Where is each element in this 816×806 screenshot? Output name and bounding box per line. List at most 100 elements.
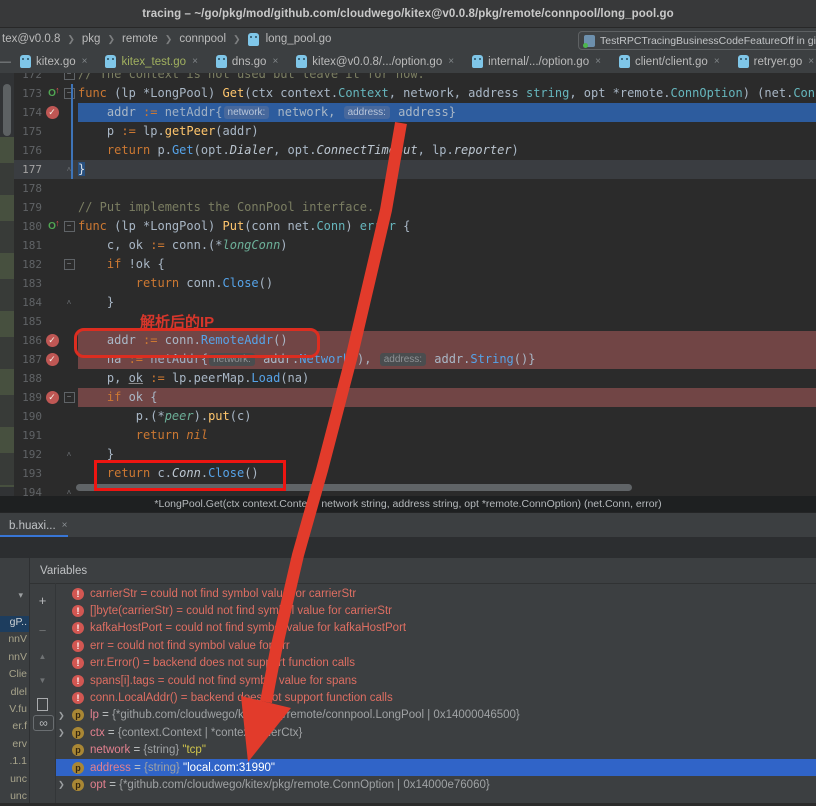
expand-chevron-icon[interactable]: ❯ (56, 728, 72, 737)
move-up-icon[interactable]: ▲ (33, 647, 52, 665)
variable-row-kafkahostport[interactable]: !kafkaHostPort = could not find symbol v… (56, 620, 816, 637)
breakpoint-icon[interactable]: ✓ (42, 353, 62, 366)
chevron-down-icon[interactable]: ▾ (18, 590, 23, 601)
frame-item[interactable]: nnV (0, 633, 29, 649)
frame-item[interactable]: unc (0, 773, 29, 789)
variable-text: []byte(carrierStr) = could not find symb… (90, 605, 392, 617)
variable-row-network[interactable]: pnetwork = {string} "tcp" (56, 742, 816, 759)
variable-row-ctx[interactable]: ❯pctx = {context.Context | *context.time… (56, 724, 816, 741)
expand-chevron-icon[interactable]: ❯ (56, 780, 72, 789)
fold-marker[interactable]: ˄ (62, 165, 76, 174)
fold-marker[interactable]: ˄ (62, 450, 76, 459)
code-text: p := lp.getPeer(addr) (78, 122, 816, 141)
frame-item[interactable]: Clie (0, 668, 29, 684)
variable-row-lp[interactable]: ❯plp = {*github.com/cloudwego/kitex/pkg/… (56, 707, 816, 724)
frame-item[interactable]: gP.. (0, 616, 29, 632)
editor-tab-client-client-go[interactable]: client/client.go× (610, 50, 729, 73)
editor-tab-kitex-v0-0-8-option-go[interactable]: kitex@v0.0.8/.../option.go× (287, 50, 463, 73)
variable-row--byte-carrierstr-[interactable]: ![]byte(carrierStr) = could not find sym… (56, 602, 816, 619)
frame-item[interactable]: .1.1 (0, 755, 29, 771)
editor-tab-retryer-go[interactable]: retryer.go× (729, 50, 816, 73)
breakpoint-check-icon[interactable]: ✓ (46, 334, 59, 347)
move-down-icon[interactable]: ▼ (33, 671, 52, 689)
ide-window: { "window": { "title": "tracing – ~/go/p… (0, 0, 816, 803)
fold-collapse-icon[interactable]: − (64, 221, 75, 232)
overrides-icon[interactable]: O↑ (42, 221, 62, 232)
add-watch-icon[interactable]: + (33, 591, 52, 609)
variable-row-conn-localaddr-[interactable]: !conn.LocalAddr() = backend does not sup… (56, 689, 816, 706)
debug-session-tab[interactable]: b.huaxi... × (0, 513, 77, 538)
fold-marker[interactable]: − (62, 221, 76, 232)
code-text: return p.Get(opt.Dialer, opt.ConnectTime… (78, 141, 816, 160)
fold-collapse-icon[interactable]: − (64, 259, 75, 270)
close-icon[interactable]: × (714, 56, 720, 67)
breadcrumb-item-tex-v0-0-8[interactable]: tex@v0.0.8 (2, 33, 60, 45)
run-configuration-selector[interactable]: TestRPCTracingBusinessCodeFeatureOff in … (578, 31, 816, 50)
frame-item[interactable]: unc (0, 790, 29, 806)
fold-collapse-icon[interactable]: − (64, 392, 75, 403)
variable-row-carrierstr[interactable]: !carrierStr = could not find symbol valu… (56, 585, 816, 602)
variable-row-err[interactable]: !err = could not find symbol value for e… (56, 637, 816, 654)
code-token: (lp *LongPool) (107, 86, 223, 100)
show-watches-icon[interactable]: ∞ (33, 715, 54, 731)
overrides-icon[interactable]: O↑ (42, 88, 62, 99)
fold-marker[interactable]: ˄ (62, 488, 76, 496)
breadcrumb-item-pkg[interactable]: pkg (82, 33, 101, 45)
code-line-179: 179// Put implements the ConnPool interf… (14, 198, 816, 217)
code-line-180: 180O↑−func (lp *LongPool) Put(conn net.C… (14, 217, 816, 236)
breadcrumb-item-long-pool-go[interactable]: long_pool.go (266, 33, 332, 45)
breakpoint-check-icon[interactable]: ✓ (46, 353, 59, 366)
fold-collapse-icon[interactable]: − (64, 73, 75, 80)
scrollbar-thumb[interactable] (3, 84, 11, 136)
editor-tab-dns-go[interactable]: dns.go× (207, 50, 287, 73)
close-icon[interactable]: × (62, 520, 68, 531)
breakpoint-check-icon[interactable]: ✓ (46, 391, 59, 404)
fold-marker[interactable]: − (62, 88, 76, 99)
duplicate-icon[interactable] (33, 695, 52, 713)
close-icon[interactable]: × (595, 56, 601, 67)
fold-marker[interactable]: − (62, 73, 76, 80)
close-icon[interactable]: × (272, 56, 278, 67)
fold-marker[interactable]: ˄ (62, 298, 76, 307)
frame-item[interactable]: V.fu (0, 703, 29, 719)
variable-row-address[interactable]: paddress = {string} "local.com:31990" (56, 759, 816, 776)
fold-end-icon[interactable]: ˄ (67, 298, 72, 307)
close-icon[interactable]: × (808, 56, 814, 67)
breakpoint-icon[interactable]: ✓ (42, 391, 62, 404)
variable-row-spans-i-tags[interactable]: !spans[i].tags = could not find symbol v… (56, 672, 816, 689)
parameter-badge-icon: p (72, 779, 84, 791)
fold-marker[interactable]: − (62, 259, 76, 270)
close-icon[interactable]: × (192, 56, 198, 67)
code-text: p.(*peer).put(c) (78, 407, 816, 426)
frame-item[interactable]: nnV (0, 651, 29, 667)
code-token: , network, address (389, 86, 526, 100)
expand-chevron-icon[interactable]: ❯ (56, 711, 72, 720)
close-icon[interactable]: × (448, 56, 454, 67)
remove-watch-icon[interactable]: − (33, 621, 52, 639)
variable-row-err-error-[interactable]: !err.Error() = backend does not support … (56, 655, 816, 672)
overrides-icon[interactable]: O↑ (48, 88, 56, 99)
frame-item[interactable]: erv (0, 738, 29, 754)
code-line-174: 174✓ addr := netAddr{network: network, a… (14, 103, 816, 122)
breakpoint-icon[interactable]: ✓ (42, 334, 62, 347)
code-token: } (78, 295, 114, 309)
debug-tool-window-tabs: b.huaxi... × (0, 512, 816, 538)
fold-end-icon[interactable]: ˄ (67, 450, 72, 459)
editor-tab-kitex-go[interactable]: kitex.go× (11, 50, 96, 73)
breakpoint-icon[interactable]: ✓ (42, 106, 62, 119)
variable-row-opt[interactable]: ❯popt = {*github.com/cloudwego/kitex/pkg… (56, 776, 816, 793)
breadcrumb-item-remote[interactable]: remote (122, 33, 158, 45)
code-editor[interactable]: 172−// The context is not used but leave… (0, 73, 816, 496)
overrides-icon[interactable]: O↑ (48, 221, 56, 232)
fold-end-icon[interactable]: ˄ (67, 488, 72, 496)
breadcrumb-separator-icon: ❯ (67, 34, 75, 45)
frame-item[interactable]: er.f (0, 720, 29, 736)
editor-tab-internal-option-go[interactable]: internal/.../option.go× (463, 50, 610, 73)
editor-tab-kitex-test-go[interactable]: kitex_test.go× (96, 50, 206, 73)
breadcrumb-item-connpool[interactable]: connpool (179, 33, 226, 45)
close-icon[interactable]: × (82, 56, 88, 67)
breakpoint-check-icon[interactable]: ✓ (46, 106, 59, 119)
fold-marker[interactable]: − (62, 392, 76, 403)
hide-tabs-icon[interactable]: — (0, 50, 11, 73)
frame-item[interactable]: dlel (0, 686, 29, 702)
